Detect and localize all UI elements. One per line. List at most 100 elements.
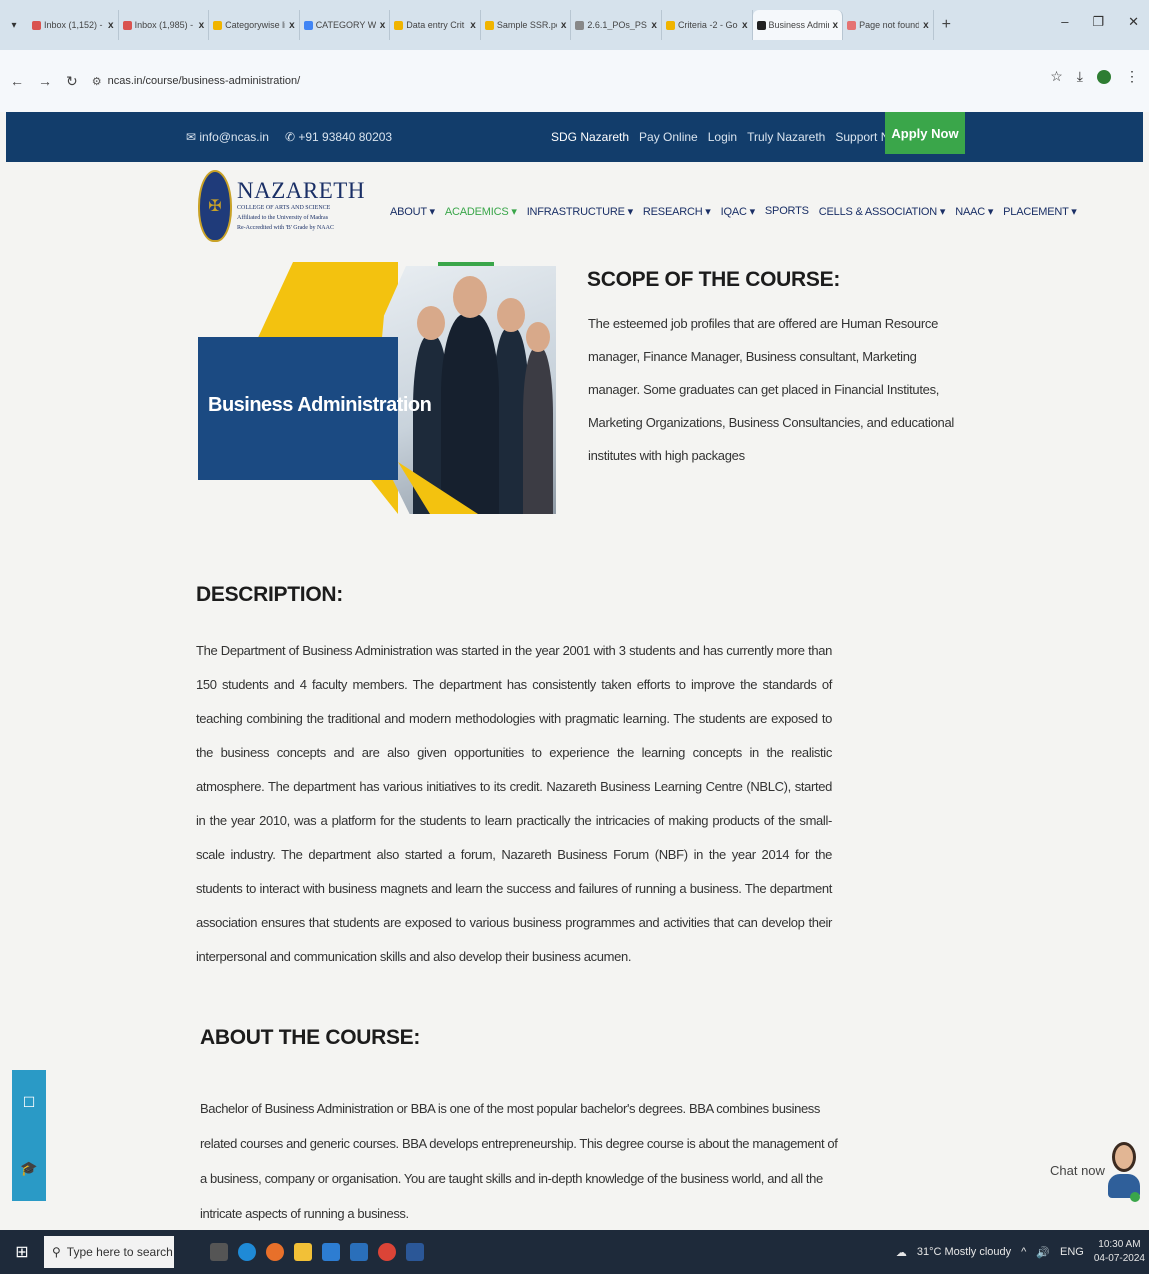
tab-label: Business Admini bbox=[768, 20, 829, 30]
browser-tab[interactable]: Inbox (1,152) - le x bbox=[28, 10, 119, 40]
forward-icon[interactable]: → bbox=[38, 73, 52, 89]
bookmark-star-icon[interactable]: ☆ bbox=[1050, 68, 1063, 85]
graduation-cap-icon[interactable]: 🎓 bbox=[20, 1160, 37, 1177]
tab-close-icon[interactable]: x bbox=[833, 20, 839, 31]
tab-close-icon[interactable]: x bbox=[199, 20, 205, 31]
phone-link[interactable]: ✆ +91 93840 80203 bbox=[285, 130, 392, 144]
taskbar-search-placeholder: Type here to search bbox=[66, 1245, 173, 1259]
menu-kebab-icon[interactable]: ⋮ bbox=[1125, 68, 1139, 85]
nav-naac[interactable]: NAAC ▾ bbox=[955, 205, 993, 218]
tab-close-icon[interactable]: x bbox=[289, 20, 295, 31]
chat-avatar-icon[interactable] bbox=[1106, 1140, 1142, 1204]
download-icon[interactable]: ⤓ bbox=[1077, 68, 1083, 85]
toplink-truly-nazareth[interactable]: Truly Nazareth bbox=[747, 130, 825, 144]
search-icon: ⚲ bbox=[52, 1245, 61, 1259]
apply-now-button[interactable]: Apply Now bbox=[885, 112, 965, 154]
tab-favicon-icon bbox=[665, 20, 675, 30]
nav-infrastructure[interactable]: INFRASTRUCTURE ▾ bbox=[527, 205, 633, 218]
mail-app-icon[interactable] bbox=[350, 1243, 368, 1261]
tab-label: 2.6.1_POs_PSOs_ bbox=[587, 20, 647, 30]
browser-tab[interactable]: Business Admini x bbox=[752, 10, 844, 40]
minimize-icon[interactable]: – bbox=[1061, 14, 1068, 30]
nav-sports[interactable]: SPORTS bbox=[765, 205, 809, 218]
course-banner: Business Administration bbox=[198, 262, 558, 514]
weather-text[interactable]: 31°C Mostly cloudy bbox=[917, 1246, 1011, 1258]
college-logo[interactable]: ✠ NAZARETH COLLEGE OF ARTS AND SCIENCE A… bbox=[198, 170, 365, 242]
back-icon[interactable]: ← bbox=[10, 73, 24, 89]
profile-avatar-icon[interactable] bbox=[1097, 69, 1111, 84]
clock-date: 04-07-2024 bbox=[1093, 1253, 1145, 1264]
tab-close-icon[interactable]: x bbox=[108, 20, 114, 31]
tab-favicon-icon bbox=[122, 20, 132, 30]
task-view-icon[interactable] bbox=[210, 1243, 228, 1261]
tab-close-icon[interactable]: x bbox=[380, 20, 386, 31]
close-window-icon[interactable]: ✕ bbox=[1128, 14, 1139, 30]
system-tray: ☁ 31°C Mostly cloudy ^ 🔊 ENG 10:30 AM 04… bbox=[896, 1238, 1145, 1266]
browser-tab[interactable]: Sample SSR.pdf x bbox=[481, 10, 572, 40]
pinned-apps bbox=[210, 1243, 424, 1261]
edge-icon[interactable] bbox=[238, 1243, 256, 1261]
person-figure bbox=[441, 276, 499, 514]
about-text: Bachelor of Business Administration or B… bbox=[200, 1101, 838, 1221]
nav-placement[interactable]: PLACEMENT ▾ bbox=[1003, 205, 1077, 218]
tab-favicon-icon bbox=[303, 20, 313, 30]
weather-icon: ☁ bbox=[895, 1246, 907, 1259]
nav-academics[interactable]: ACADEMICS ▾ bbox=[445, 205, 517, 218]
file-explorer-icon[interactable] bbox=[294, 1243, 312, 1261]
browser-tab[interactable]: Page not found x bbox=[843, 10, 934, 40]
tab-close-icon[interactable]: x bbox=[651, 20, 657, 31]
tab-close-icon[interactable]: x bbox=[923, 20, 929, 31]
nav-iqac[interactable]: IQAC ▾ bbox=[721, 205, 755, 218]
reload-icon[interactable]: ↻ bbox=[66, 73, 78, 90]
toplink-pay-online[interactable]: Pay Online bbox=[639, 130, 698, 144]
windows-taskbar: ⊞ ⚲ Type here to search ☁ 31°C Mostly cl… bbox=[0, 1230, 1149, 1274]
start-menu-icon[interactable]: ⊞ bbox=[0, 1230, 44, 1274]
tab-close-icon[interactable]: x bbox=[742, 20, 748, 31]
restore-icon[interactable]: ❐ bbox=[1092, 14, 1104, 30]
new-tab-icon[interactable]: + bbox=[942, 16, 951, 34]
email-link[interactable]: ✉ info@ncas.in bbox=[186, 130, 269, 144]
browser-tab[interactable]: Criteria -2 - Goo x bbox=[662, 10, 753, 40]
tray-chevron-icon[interactable]: ^ bbox=[1021, 1246, 1026, 1258]
browser-tab[interactable]: 2.6.1_POs_PSOs_ x bbox=[571, 10, 662, 40]
clock-time: 10:30 AM bbox=[1098, 1239, 1141, 1250]
tab-favicon-icon bbox=[32, 20, 41, 30]
tab-favicon-icon bbox=[484, 20, 494, 30]
tab-label: Categorywise list bbox=[225, 20, 285, 30]
site-topbar: ✉ info@ncas.in ✆ +91 93840 80203 SDG Naz… bbox=[6, 112, 1143, 162]
about-heading: ABOUT THE COURSE: bbox=[200, 1026, 421, 1049]
tab-search-icon[interactable]: ▾ bbox=[6, 17, 22, 33]
word-icon[interactable] bbox=[406, 1243, 424, 1261]
taskbar-search-input[interactable]: ⚲ Type here to search bbox=[44, 1236, 174, 1268]
banner-team-photo bbox=[373, 266, 556, 514]
nav-cells-association[interactable]: CELLS & ASSOCIATION ▾ bbox=[819, 205, 946, 218]
chrome-icon[interactable] bbox=[378, 1243, 396, 1261]
language-indicator[interactable]: ENG bbox=[1060, 1246, 1084, 1258]
description-heading: DESCRIPTION: bbox=[196, 583, 343, 606]
store-icon[interactable] bbox=[322, 1243, 340, 1261]
nav-research[interactable]: RESEARCH ▾ bbox=[643, 205, 711, 218]
phone-icon: ✆ bbox=[284, 130, 299, 144]
volume-icon[interactable]: 🔊 bbox=[1036, 1246, 1050, 1259]
firefox-icon[interactable] bbox=[266, 1243, 284, 1261]
clock[interactable]: 10:30 AM 04-07-2024 bbox=[1094, 1238, 1145, 1266]
tab-label: CATEGORY WISE bbox=[315, 20, 376, 30]
browser-tab[interactable]: CATEGORY WISE x bbox=[300, 10, 391, 40]
browser-tab[interactable]: Categorywise list x bbox=[209, 10, 300, 40]
browser-tab[interactable]: Inbox (1,985) - co x bbox=[119, 10, 210, 40]
chat-now-label[interactable]: Chat now bbox=[1050, 1163, 1105, 1178]
tab-favicon-icon bbox=[394, 20, 404, 30]
toolbar-right: ☆ ⤓ ⋮ bbox=[1050, 68, 1139, 85]
tab-close-icon[interactable]: x bbox=[470, 20, 476, 31]
logo-line-2: Affiliated to the University of Madras bbox=[237, 215, 329, 221]
nav-about[interactable]: ABOUT ▾ bbox=[390, 205, 435, 218]
site-info-icon[interactable]: ⚙ bbox=[92, 75, 102, 88]
logo-title: NAZARETH bbox=[237, 178, 365, 203]
toplink-login[interactable]: Login bbox=[708, 130, 737, 144]
tab-close-icon[interactable]: x bbox=[561, 20, 567, 31]
browser-tab[interactable]: Data entry Crit 2x bbox=[390, 10, 481, 40]
url-field[interactable]: ⚙ ncas.in/course/business-administration… bbox=[91, 65, 1072, 97]
tab-favicon-icon bbox=[756, 20, 766, 30]
enquiry-icon[interactable]: ☐ bbox=[23, 1094, 36, 1111]
toplink-sdg[interactable]: SDG Nazareth bbox=[551, 130, 629, 144]
